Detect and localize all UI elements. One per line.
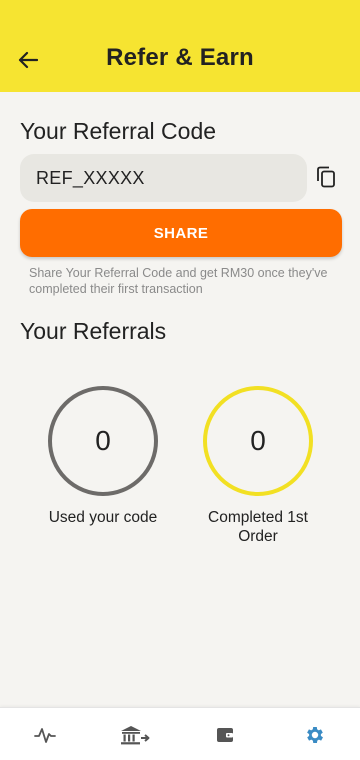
nav-wallet[interactable] bbox=[203, 720, 247, 750]
wallet-icon bbox=[217, 728, 233, 742]
completed-order-label: Completed 1st Order bbox=[208, 509, 308, 545]
copy-button[interactable] bbox=[314, 164, 338, 190]
completed-order-count-ring: 0 bbox=[203, 386, 313, 496]
activity-icon bbox=[34, 728, 56, 743]
completed-order-count: 0 bbox=[250, 425, 266, 456]
referral-code-heading: Your Referral Code bbox=[20, 118, 217, 144]
share-button[interactable]: SHARE bbox=[20, 209, 342, 257]
copy-icon bbox=[317, 166, 335, 188]
refer-earn-screen: Refer & Earn Your Referral Code REF_XXXX… bbox=[0, 0, 360, 760]
nav-activity[interactable] bbox=[23, 720, 67, 750]
gear-icon bbox=[307, 727, 323, 743]
used-code-count-ring: 0 bbox=[48, 386, 158, 496]
referrals-heading: Your Referrals bbox=[20, 318, 167, 344]
nav-settings[interactable] bbox=[293, 720, 337, 750]
referral-code-value: REF_XXXXX bbox=[36, 167, 145, 188]
nav-bank-transfer[interactable] bbox=[113, 720, 157, 750]
used-code-count: 0 bbox=[95, 425, 111, 456]
stat-completed-order: 0 Completed 1st Order bbox=[188, 386, 328, 546]
page-title: Refer & Earn bbox=[106, 44, 254, 71]
used-code-label: Used your code bbox=[48, 509, 158, 526]
app-header: Refer & Earn bbox=[0, 0, 360, 92]
referral-code-field[interactable]: REF_XXXXX bbox=[20, 154, 307, 202]
bank-transfer-icon bbox=[121, 726, 150, 745]
stat-used-code: 0 Used your code bbox=[33, 386, 173, 527]
bottom-nav bbox=[0, 707, 360, 760]
share-hint-text: Share Your Referral Code and get RM30 on… bbox=[29, 266, 328, 296]
